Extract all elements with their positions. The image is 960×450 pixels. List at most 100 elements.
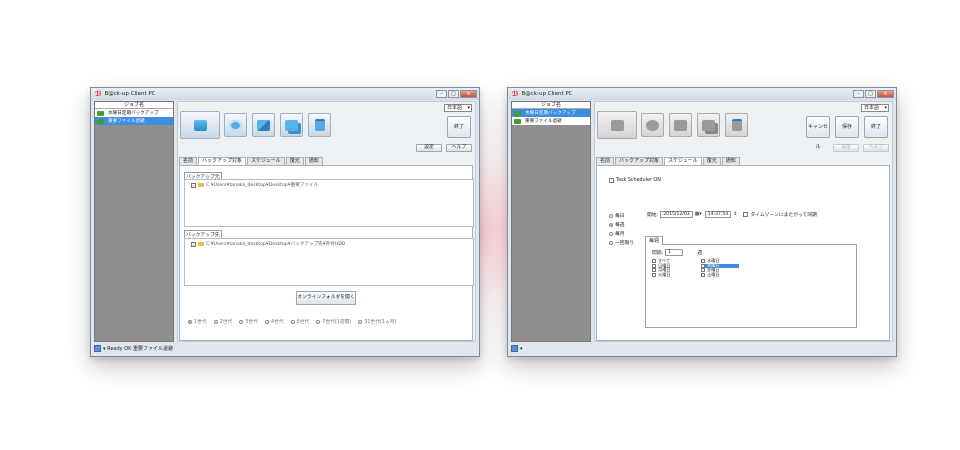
freq-daily[interactable]: 毎日: [609, 212, 625, 219]
checkbox[interactable]: ✓: [191, 182, 196, 188]
edit-icon: [257, 119, 270, 131]
sync-button-disabled: [641, 113, 664, 137]
checkbox[interactable]: [609, 178, 614, 183]
open-online-folder-button[interactable]: オンラインフォルダを開く: [296, 291, 356, 305]
weekly-options: 毎週 間隔: 1 週 すべて 日曜日 月曜日 火曜日 水曜日 ✓ 木曜日 金曜日 …: [645, 236, 857, 328]
day-tuesday[interactable]: 火曜日: [652, 272, 671, 278]
folder-icon: [514, 118, 521, 124]
gen-radio-2[interactable]: 2世代: [213, 318, 232, 325]
close-button[interactable]: ×: [877, 90, 894, 98]
close-button[interactable]: ×: [460, 90, 477, 98]
status-text: Ready OK 重要ファイル退避: [107, 346, 174, 352]
backup-target-panel: バックアップ元 ✓ C:¥Users¥tanaka_desktop¥Desktop…: [179, 165, 474, 341]
window-title: B@ck-up Client PC: [521, 91, 573, 97]
destination-tree[interactable]: ✓ C:¥Users¥tanaka_desktop¥Desktop¥バックアップ先…: [184, 238, 474, 286]
edit-button-disabled: [669, 113, 692, 137]
gen-radio-5[interactable]: 5世代: [290, 318, 309, 325]
source-tree[interactable]: ✓ C:¥Users¥tanaka_desktop¥Desktop¥重要ファイル: [184, 179, 474, 227]
language-select[interactable]: 日本語 ▾: [444, 104, 472, 112]
tab-name[interactable]: 名前: [596, 157, 615, 165]
tab-backup-target[interactable]: バックアップ対象: [615, 157, 664, 165]
job-item-important[interactable]: 重要ファイル退避: [95, 117, 173, 125]
tab-restore[interactable]: 復元: [285, 157, 304, 165]
checkbox[interactable]: ✓: [701, 263, 705, 268]
radio-icon: [316, 319, 321, 324]
cancel-button[interactable]: キャンセル: [806, 116, 830, 150]
destination-path-row[interactable]: ✓ C:¥Users¥tanaka_desktop¥Desktop¥バックアップ先…: [191, 241, 345, 247]
tab-notify[interactable]: 通知: [304, 157, 323, 165]
trash-icon: [314, 119, 325, 131]
generation-radio-group: 1世代 2世代 3世代 4世代 5世代 7世代(1週間) 31世代(1ヵ月): [188, 318, 403, 325]
tab-notify[interactable]: 通知: [721, 157, 740, 165]
folder-icon: [198, 242, 204, 246]
tab-weekly[interactable]: 毎週: [645, 236, 664, 245]
checkbox[interactable]: [652, 268, 656, 273]
minimize-button[interactable]: –: [853, 90, 864, 98]
gen-radio-31[interactable]: 31世代(1ヵ月): [358, 318, 396, 325]
status-bar: ▾: [511, 343, 893, 354]
task-scheduler-checkbox[interactable]: Task Scheduler ON: [609, 178, 661, 183]
backup-now-button[interactable]: [180, 111, 220, 139]
help-button[interactable]: ヘルプ: [446, 144, 472, 152]
finish-button[interactable]: 終了: [447, 116, 471, 138]
app-logo-icon: ℬ: [95, 90, 102, 98]
backup-now-button-disabled: [597, 111, 637, 139]
spinner-icon[interactable]: ⇕: [733, 212, 737, 217]
sync-icon: [229, 119, 242, 131]
tab-name[interactable]: 名前: [179, 157, 198, 165]
job-item-wednesday[interactable]: 水曜日定期バックアップ: [95, 109, 173, 117]
radio-icon: [213, 319, 218, 324]
job-list-header: ジョブ名: [95, 102, 173, 109]
freq-weekly[interactable]: 毎週: [609, 221, 625, 228]
copy-button[interactable]: [280, 113, 303, 137]
maximize-button[interactable]: □: [448, 90, 459, 98]
start-time-field[interactable]: 14:37:54: [704, 211, 732, 218]
timezone-checkbox[interactable]: [743, 212, 749, 217]
start-row: 開始: 2015/12/03 ▦▾ 14:37:54 ⇕ タイムゾーンにまたがっ…: [647, 211, 817, 218]
interval-input[interactable]: 1: [665, 249, 684, 256]
main-area: 日本語 ▾ 終了 設定 ヘルプ 名前 バックアップ対象 スケジュール 復元 通知 …: [177, 101, 476, 342]
window-title: B@ck-up Client PC: [104, 91, 156, 97]
save-button[interactable]: 保存: [835, 116, 859, 138]
title-bar: ℬ B@ck-up Client PC – □ ×: [91, 88, 479, 100]
freq-once[interactable]: 一回限り: [609, 239, 634, 246]
status-icon: [511, 345, 518, 352]
gen-radio-4[interactable]: 4世代: [264, 318, 284, 325]
gen-radio-7[interactable]: 7世代(1週間): [316, 318, 351, 325]
day-saturday[interactable]: 土曜日: [701, 272, 739, 278]
language-select[interactable]: 日本語 ▾: [861, 104, 889, 112]
delete-button[interactable]: [308, 113, 331, 137]
backup-window-schedule: ℬ B@ck-up Client PC – □ × ジョブ名 水曜日定期バックア…: [507, 87, 897, 357]
status-dropdown-icon[interactable]: ▾: [520, 346, 523, 352]
checkbox[interactable]: [652, 259, 656, 264]
maximize-button[interactable]: □: [865, 90, 876, 98]
edit-icon: [674, 119, 687, 131]
checkbox[interactable]: [652, 263, 656, 268]
chevron-down-icon: ▾: [884, 105, 887, 111]
checkbox[interactable]: ✓: [191, 241, 196, 247]
settings-button[interactable]: 設定: [416, 144, 442, 152]
gen-radio-1[interactable]: 1世代: [188, 318, 207, 325]
edit-button[interactable]: [252, 113, 275, 137]
radio-icon: [239, 319, 244, 324]
tab-schedule[interactable]: スケジュール: [247, 157, 285, 165]
finish-button[interactable]: 終了: [864, 116, 888, 138]
gen-radio-3[interactable]: 3世代: [239, 318, 258, 325]
checkbox[interactable]: [652, 273, 656, 278]
job-item-wednesday[interactable]: 水曜日定期バックアップ: [512, 109, 590, 117]
folder-icon: [97, 118, 104, 124]
source-path-row[interactable]: ✓ C:¥Users¥tanaka_desktop¥Desktop¥重要ファイル: [191, 182, 318, 188]
job-item-important[interactable]: 重要ファイル退避: [512, 117, 590, 125]
checkbox[interactable]: [701, 259, 705, 264]
checkbox[interactable]: [701, 273, 705, 278]
start-date-field[interactable]: 2015/12/03: [660, 211, 693, 218]
freq-monthly[interactable]: 毎月: [609, 230, 625, 237]
calendar-icon[interactable]: ▦▾: [695, 212, 702, 217]
main-area: 日本語 ▾ キャンセル 保存 終了 設定 ヘルプ 名前 バックアップ対象 スケジュ…: [594, 101, 893, 342]
minimize-button[interactable]: –: [436, 90, 447, 98]
sync-button[interactable]: [224, 113, 247, 137]
start-label: 開始:: [647, 213, 659, 218]
checkbox[interactable]: [701, 268, 705, 273]
tab-restore[interactable]: 復元: [702, 157, 721, 165]
folder-icon: [97, 110, 104, 116]
